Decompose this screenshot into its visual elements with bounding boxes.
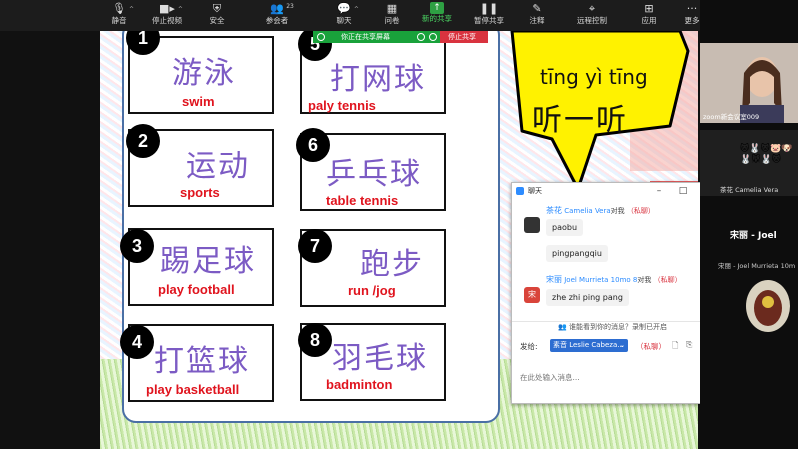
number-badge-6: 6 — [296, 128, 330, 162]
file-icon[interactable]: 🗋 — [672, 340, 678, 354]
meeting-toolbar: 🎙 ^ 静音 ■▸ ^ 停止视频 ⛨ 安全 👥 23 参会者 💬 ^ 聊天 ▦ 问卷 ↑… — [0, 0, 798, 31]
video-tile-joel[interactable]: 宋丽 - Joel 宋丽 - Joel Murrieta 10m — [700, 216, 798, 276]
zoom-meeting-window: 🎙 ^ 静音 ■▸ ^ 停止视频 ⛨ 安全 👥 23 参会者 💬 ^ 聊天 ▦ 问卷 ↑… — [0, 0, 798, 449]
new-share-button[interactable]: ↑ 新的共享 — [410, 2, 464, 30]
chat-message: paobu — [546, 219, 584, 236]
message-sender-1: 茶花 Camelia Vera对我 （私聊） — [546, 206, 655, 215]
mute-button[interactable]: 🎙 ^ 静音 — [92, 2, 146, 30]
shield-small-icon[interactable] — [429, 33, 437, 41]
shield-icon: ⛨ — [212, 2, 222, 15]
stop-share-button[interactable]: 停止共享 — [440, 31, 488, 43]
zoom-logo-icon — [516, 187, 524, 195]
minimize-icon[interactable]: – — [652, 183, 666, 199]
chat-message: pingpangqiu — [546, 245, 608, 262]
avatar-camelia — [524, 217, 540, 233]
emoji-avatar: 🐱🐰🐱🐷🐶🐰🐭🐰🐱 — [740, 144, 793, 165]
chat-button[interactable]: 💬 ^ 聊天 — [317, 2, 371, 30]
stop-video-button[interactable]: ■▸ ^ 停止视频 — [140, 2, 194, 30]
participant-image — [746, 280, 790, 332]
recipient-select[interactable]: 素音 Leslie Cabeza... ⌄ — [550, 339, 628, 352]
pause-share-button[interactable]: ❚❚ 暂停共享 — [462, 2, 516, 30]
chevron-down-icon: ⌄ — [619, 341, 625, 349]
security-button[interactable]: ⛨ 安全 — [190, 2, 244, 30]
bubble-pinyin: tīng yì tīng — [540, 65, 648, 89]
remote-control-button[interactable]: ⌖ 远程控制 — [565, 2, 619, 30]
poll-icon: ▦ — [386, 2, 398, 15]
maximize-icon[interactable]: □ — [676, 183, 690, 199]
pause-icon: ❚❚ — [479, 2, 499, 15]
chat-message: zhe zhi ping pang — [546, 289, 629, 306]
private-tag: （私聊） — [636, 342, 666, 351]
video-camera-icon: ■▸ ^ — [159, 2, 183, 15]
number-badge-3: 3 — [120, 229, 154, 263]
participants-button[interactable]: 👥 23 参会者 — [250, 2, 304, 30]
chat-titlebar: 聊天 – □ ✕ — [512, 183, 718, 199]
number-badge-4: 4 — [120, 325, 154, 359]
video-tile-image[interactable] — [700, 276, 798, 336]
chat-window: 聊天 – □ ✕ 茶花 Camelia Vera对我 （私聊） paobu pi… — [511, 182, 719, 404]
message-sender-2: 宋丽 Joel Murrieta 10mo 8对我 （私聊） — [546, 275, 682, 284]
bubble-hanzi: 听一听 — [532, 103, 628, 138]
number-badge-2: 2 — [126, 124, 160, 158]
sharing-status-bar: 你正在共享屏幕 — [313, 31, 446, 43]
people-icon: 👥 — [558, 323, 567, 331]
share-screen-icon: ↑ — [430, 2, 444, 14]
participants-icon: 👥 23 — [270, 2, 294, 15]
avatar-songli: 宋 — [524, 287, 540, 303]
video-tile-host[interactable]: zoom新会议室009 — [700, 43, 798, 123]
annotate-button[interactable]: ✎ 注释 — [510, 2, 564, 30]
pause-small-icon[interactable] — [417, 33, 425, 41]
number-badge-7: 7 — [298, 229, 332, 263]
chat-bubble-icon: 💬 ^ — [337, 2, 359, 15]
annotate-pen-icon: ✎ — [532, 2, 542, 15]
recording-notice[interactable]: 👥 谁能看到你的消息？录制已开启 — [558, 322, 667, 332]
microphone-icon: 🎙 ^ — [112, 2, 134, 15]
send-to-label: 发给: — [520, 342, 538, 351]
video-tile-camelia[interactable]: 🐱🐰🐱🐷🐶🐰🐭🐰🐱 茶花 Camelia Vera — [700, 130, 798, 196]
apps-icon: ⊞ — [644, 2, 654, 15]
more-dots-icon: ··· — [686, 2, 698, 15]
remote-control-icon: ⌖ — [588, 2, 596, 15]
number-badge-8: 8 — [298, 323, 332, 357]
video-panel: zoom新会议室009 🐱🐰🐱🐷🐶🐰🐭🐰🐱 茶花 Camelia Vera 宋丽… — [700, 0, 798, 449]
chat-message-input[interactable] — [520, 357, 712, 397]
screenshot-icon[interactable]: ⎘ — [686, 340, 692, 350]
sharing-indicator-icon — [317, 33, 325, 41]
